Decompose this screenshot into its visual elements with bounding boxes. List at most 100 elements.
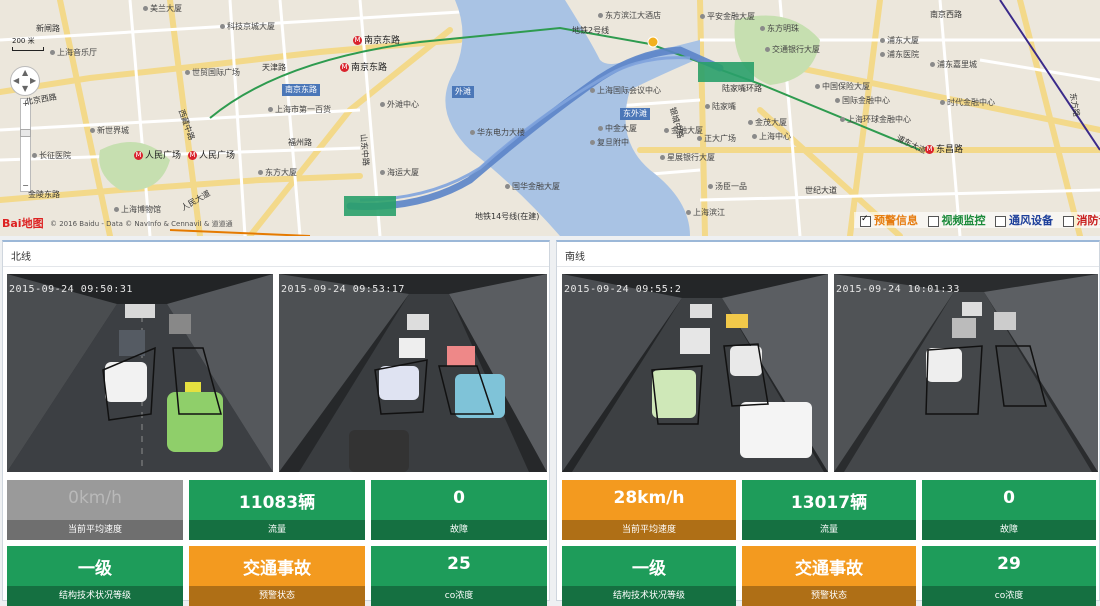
camera-feed[interactable]: 2015-09-24 09:53:17 [279,274,547,472]
alarm-status-value: 交通事故 [742,554,916,579]
south-line-panel: 南线 2015-09-24 09:55:2 [556,240,1100,601]
poi[interactable]: 上海市第一百货 [268,105,331,115]
road-label: 天津路 [262,63,286,73]
metro-station[interactable]: M人民广场 [134,151,181,162]
poi[interactable]: 上海环球金融中心 [840,115,911,125]
tunnel-exit-marker[interactable] [698,62,754,82]
road-label: 陆家嘴环路 [722,84,762,94]
layer-checkbox-fire[interactable] [1063,216,1074,227]
zoom-out-icon[interactable]: − [21,181,30,190]
camera-feed[interactable]: 2015-09-24 09:50:31 [7,274,273,472]
poi[interactable]: 国际金融中心 [835,96,890,106]
fault-value: 0 [371,488,547,508]
baidu-logo: Bai地图 [2,215,44,231]
camera-timestamp: 2015-09-24 10:01:33 [836,284,960,295]
metro-station[interactable]: M人民广场 [188,151,235,162]
map-scale: 200 米 [12,36,44,51]
layer-checkbox-warning[interactable] [860,216,871,227]
poi[interactable]: 浦东大厦 [880,36,919,46]
pan-down-icon[interactable]: ▼ [22,84,28,93]
pan-up-icon[interactable]: ▲ [22,68,28,77]
layer-label-ventilation: 通风设备 [1009,214,1053,227]
poi[interactable]: 东方滨江大酒店 [598,11,661,21]
map-base [0,0,1100,236]
poi[interactable]: 世贸国际广场 [185,68,240,78]
panel-title: 北线 [11,248,31,263]
poi[interactable]: 汤臣一品 [708,182,747,192]
panel-title: 南线 [565,248,585,263]
fault-value: 0 [922,488,1096,508]
area-tag: 东外滩 [620,108,650,120]
avg-speed-value: 28km/h [562,488,736,508]
area-tag: 外滩 [452,86,474,98]
metro-line-label: 地铁14号线(在建) [475,212,539,222]
camera-feed[interactable]: 2015-09-24 09:55:2 [562,274,828,472]
avg-speed-tile: 0km/h 当前平均速度 [7,480,183,540]
camera-feed[interactable]: 2015-09-24 10:01:33 [834,274,1098,472]
metro-station[interactable]: M东昌路 [925,145,963,156]
road-label: 南京西路 [930,10,962,20]
pan-left-icon[interactable]: ◀ [13,76,19,85]
camera-timestamp: 2015-09-24 09:53:17 [281,284,405,295]
layer-checkbox-ventilation[interactable] [995,216,1006,227]
structure-grade-label: 结构技术状况等级 [562,586,736,606]
co-level-value: 29 [922,554,1096,574]
co-level-label: co浓度 [922,586,1096,606]
metro-station[interactable]: M南京东路 [340,63,387,74]
map-layer-legend: 预警信息 视频监控 通风设备 消防设备 [854,212,1100,228]
structure-grade-tile: 一级 结构技术状况等级 [562,546,736,606]
pan-right-icon[interactable]: ▶ [30,76,36,85]
poi[interactable]: 华东电力大楼 [470,128,525,138]
traffic-flow-label: 流量 [189,520,365,540]
poi[interactable]: 金融大厦 [664,126,703,136]
layer-label-video: 视频监控 [942,214,986,227]
traffic-flow-tile: 11083辆 流量 [189,480,365,540]
poi[interactable]: 浦东医院 [880,50,919,60]
metro-station[interactable]: M南京东路 [353,36,400,47]
poi[interactable]: 东方大厦 [258,168,297,178]
road-label: 金陵东路 [28,190,60,200]
poi[interactable]: 复旦附中 [590,138,629,148]
poi[interactable]: 上海国际会议中心 [590,86,661,96]
co-level-value: 25 [371,554,547,574]
poi[interactable]: 东方明珠 [760,24,799,34]
poi[interactable]: 上海博物馆 [114,205,161,215]
poi[interactable]: 平安金融大厦 [700,12,755,22]
poi[interactable]: 上海滨江 [686,208,725,218]
poi[interactable]: 海运大厦 [380,168,419,178]
avg-speed-value: 0km/h [7,488,183,508]
poi[interactable]: 陆家嘴 [705,102,736,112]
poi[interactable]: 长征医院 [32,151,71,161]
fault-tile: 0 故障 [371,480,547,540]
alarm-status-label: 预警状态 [189,586,365,606]
map-view[interactable]: 200 米 ▲ ▼ ◀ ▶ + − 新闸路 天津路 北京西路 金陵东路 西藏中路… [0,0,1100,236]
co-level-tile: 25 co浓度 [371,546,547,606]
poi[interactable]: 上海音乐厅 [50,48,97,58]
avg-speed-label: 当前平均速度 [7,520,183,540]
traffic-flow-label: 流量 [742,520,916,540]
poi[interactable]: 中国保险大厦 [815,82,870,92]
map-pan-control[interactable]: ▲ ▼ ◀ ▶ [10,66,40,96]
tunnel-view [834,274,1098,472]
zoom-handle[interactable] [20,129,31,137]
poi[interactable]: 交通银行大厦 [765,45,820,55]
poi[interactable]: 科技京城大厦 [220,22,275,32]
poi[interactable]: 外滩中心 [380,100,419,110]
poi[interactable]: 中金大厦 [598,124,637,134]
poi[interactable]: 金茂大厦 [748,118,787,128]
alarm-status-tile: 交通事故 预警状态 [189,546,365,606]
structure-grade-tile: 一级 结构技术状况等级 [7,546,183,606]
tunnel-entrance-marker[interactable] [344,196,396,216]
traffic-flow-tile: 13017辆 流量 [742,480,916,540]
tunnel-view [7,274,273,472]
poi[interactable]: 新世界城 [90,126,129,136]
map-zoom-slider[interactable]: + − [20,98,31,192]
poi[interactable]: 浦东嘉里城 [930,60,977,70]
poi[interactable]: 时代金融中心 [940,98,995,108]
poi[interactable]: 上海中心 [752,132,791,142]
poi[interactable]: 星展银行大厦 [660,153,715,163]
poi[interactable]: 国华金融大厦 [505,182,560,192]
structure-grade-value: 一级 [562,554,736,579]
poi[interactable]: 美兰大厦 [143,4,182,14]
layer-checkbox-video[interactable] [928,216,939,227]
